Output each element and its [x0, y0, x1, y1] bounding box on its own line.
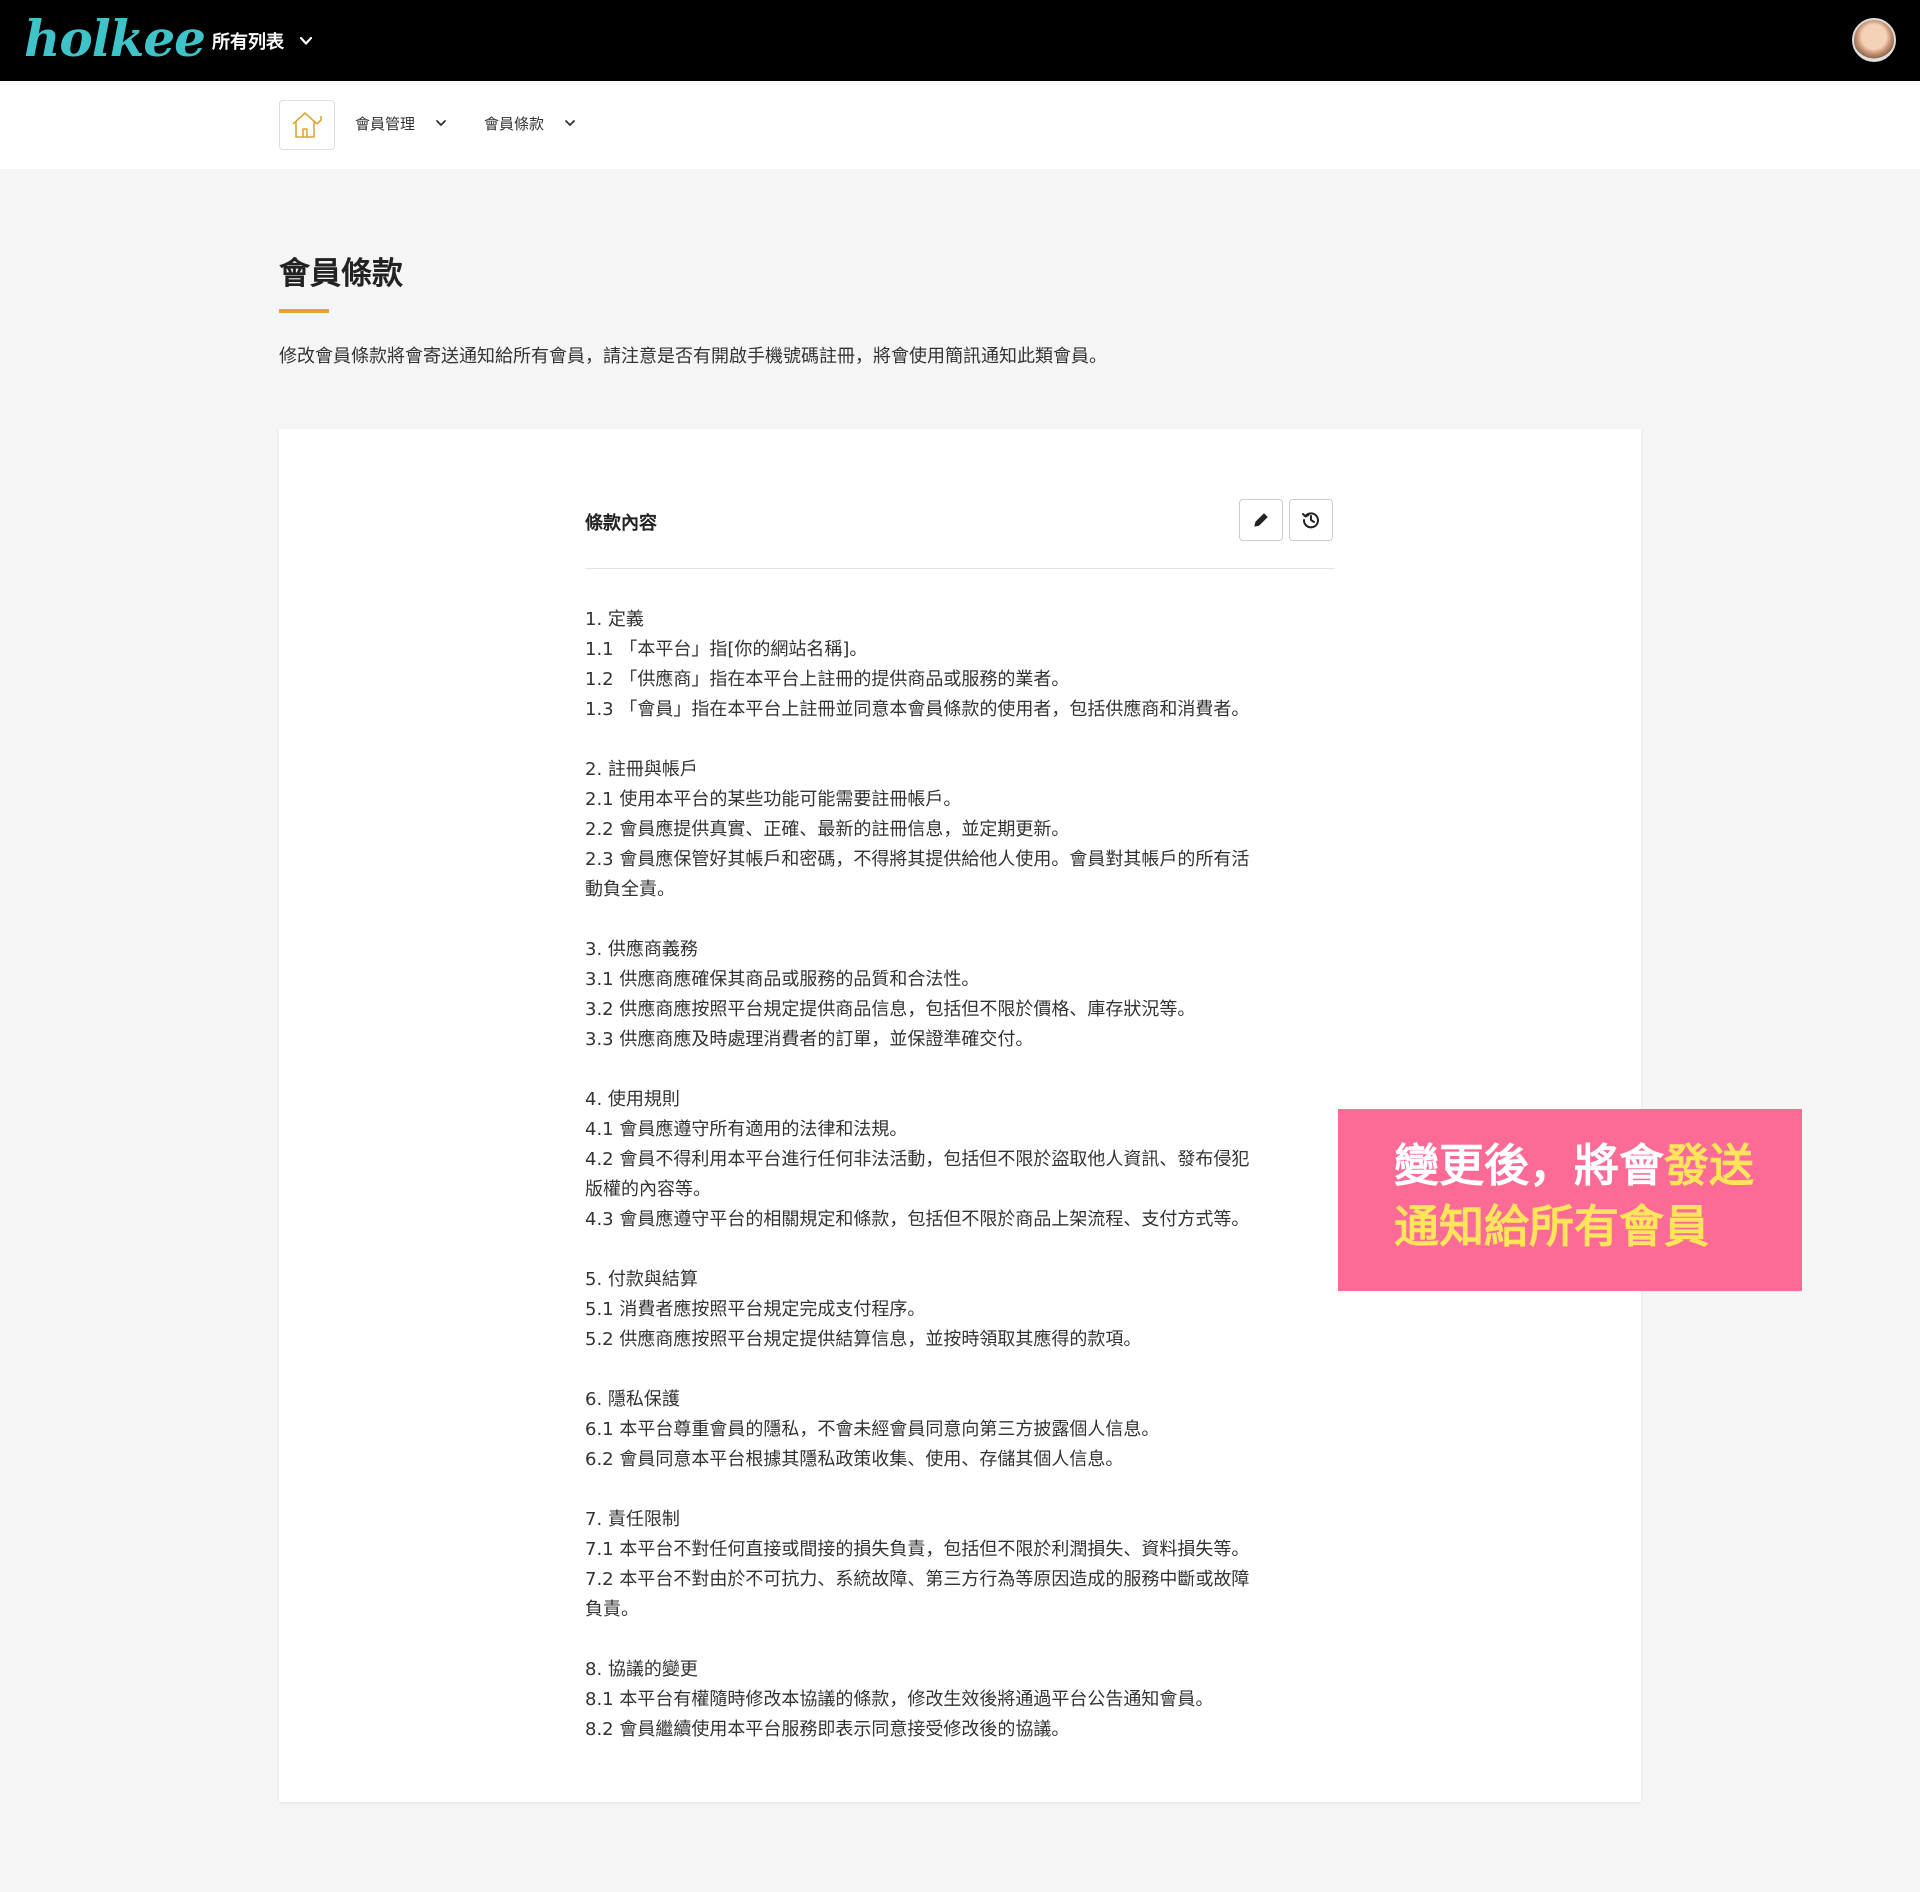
terms-section: 8. 協議的變更 8.1 本平台有權隨時修改本協議的條款，修改生效後將通過平台公告…	[585, 1655, 1335, 1745]
terms-line: 6.2 會員同意本平台根據其隱私政策收集、使用、存儲其個人信息。	[585, 1449, 1124, 1470]
terms-line: 3.2 供應商應按照平台規定提供商品信息，包括但不限於價格、庫存狀況等。	[585, 999, 1196, 1020]
terms-line: 版權的內容等。	[585, 1179, 711, 1200]
all-lists-dropdown[interactable]: 所有列表	[212, 26, 314, 56]
home-button[interactable]	[279, 100, 335, 150]
terms-line: 負責。	[585, 1599, 639, 1620]
all-lists-label: 所有列表	[212, 32, 284, 53]
section-heading: 4. 使用規則	[585, 1089, 680, 1110]
terms-line: 8.1 本平台有權隨時修改本協議的條款，修改生效後將通過平台公告通知會員。	[585, 1689, 1214, 1710]
edit-button[interactable]	[1239, 499, 1283, 541]
terms-line: 1.2 「供應商」指在本平台上註冊的提供商品或服務的業者。	[585, 669, 1070, 690]
callout-text: 變更後，將會	[1394, 1139, 1665, 1192]
terms-section: 3. 供應商義務 3.1 供應商應確保其商品或服務的品質和合法性。 3.2 供應商應…	[585, 935, 1335, 1055]
section-heading: 2. 註冊與帳戶	[585, 759, 698, 780]
page-description: 修改會員條款將會寄送通知給所有會員，請注意是否有開啟手機號碼註冊，將會使用簡訊通…	[279, 346, 1107, 367]
top-navbar: holkee 所有列表	[0, 0, 1920, 81]
user-avatar[interactable]	[1852, 18, 1896, 62]
callout-line-1: 變更後，將會發送	[1394, 1135, 1802, 1196]
chevron-down-icon	[299, 36, 313, 45]
section-heading: 1. 定義	[585, 609, 644, 630]
page-title: 會員條款	[279, 256, 403, 292]
section-heading: 6. 隱私保護	[585, 1389, 680, 1410]
chevron-down-icon	[565, 120, 575, 127]
terms-section: 7. 責任限制 7.1 本平台不對任何直接或間接的損失負責，包括但不限於利潤損失、…	[585, 1505, 1335, 1625]
section-heading: 7. 責任限制	[585, 1509, 680, 1530]
terms-line: 2.2 會員應提供真實、正確、最新的註冊信息，並定期更新。	[585, 819, 1070, 840]
title-underline	[279, 309, 329, 313]
terms-line: 2.3 會員應保管好其帳戶和密碼，不得將其提供給他人使用。會員對其帳戶的所有活	[585, 849, 1250, 870]
content-label: 條款內容	[585, 513, 657, 534]
home-icon	[292, 112, 322, 138]
breadcrumb: 會員管理 會員條款	[0, 81, 1920, 169]
terms-line: 5.1 消費者應按照平台規定完成支付程序。	[585, 1299, 926, 1320]
section-heading: 8. 協議的變更	[585, 1659, 698, 1680]
terms-line: 8.2 會員繼續使用本平台服務即表示同意接受修改後的協議。	[585, 1719, 1070, 1740]
terms-content: 1. 定義 1.1 「本平台」指[你的網站名稱]。 1.2 「供應商」指在本平台上註…	[585, 605, 1335, 1775]
terms-line: 1.3 「會員」指在本平台上註冊並同意本會員條款的使用者，包括供應商和消費者。	[585, 699, 1250, 720]
terms-line: 7.2 本平台不對由於不可抗力、系統故障、第三方行為等原因造成的服務中斷或故障	[585, 1569, 1250, 1590]
terms-line: 7.1 本平台不對任何直接或間接的損失負責，包括但不限於利潤損失、資料損失等。	[585, 1539, 1250, 1560]
terms-line: 4.2 會員不得利用本平台進行任何非法活動，包括但不限於盜取他人資訊、發布侵犯	[585, 1149, 1250, 1170]
callout-highlight: 通知給所有會員	[1394, 1200, 1710, 1253]
pencil-icon	[1254, 513, 1268, 527]
terms-line: 2.1 使用本平台的某些功能可能需要註冊帳戶。	[585, 789, 962, 810]
history-icon	[1302, 512, 1319, 529]
terms-section: 1. 定義 1.1 「本平台」指[你的網站名稱]。 1.2 「供應商」指在本平台上註…	[585, 605, 1335, 725]
terms-section: 6. 隱私保護 6.1 本平台尊重會員的隱私，不會未經會員同意向第三方披露個人信息…	[585, 1385, 1335, 1475]
terms-section: 2. 註冊與帳戶 2.1 使用本平台的某些功能可能需要註冊帳戶。 2.2 會員應提供…	[585, 755, 1335, 905]
terms-line: 6.1 本平台尊重會員的隱私，不會未經會員同意向第三方披露個人信息。	[585, 1419, 1160, 1440]
terms-line: 4.1 會員應遵守所有適用的法律和法規。	[585, 1119, 908, 1140]
section-heading: 3. 供應商義務	[585, 939, 698, 960]
breadcrumb-member-terms[interactable]: 會員條款	[484, 111, 576, 135]
terms-line: 3.3 供應商應及時處理消費者的訂單，並保證準確交付。	[585, 1029, 1034, 1050]
breadcrumb-member-management[interactable]: 會員管理	[355, 111, 447, 135]
breadcrumb-label: 會員管理	[355, 114, 416, 133]
terms-section: 4. 使用規則 4.1 會員應遵守所有適用的法律和法規。 4.2 會員不得利用本平台…	[585, 1085, 1335, 1235]
history-button[interactable]	[1289, 499, 1333, 541]
terms-line: 1.1 「本平台」指[你的網站名稱]。	[585, 639, 868, 660]
terms-section: 5. 付款與結算 5.1 消費者應按照平台規定完成支付程序。 5.2 供應商應按照平…	[585, 1265, 1335, 1355]
callout-highlight: 發送	[1664, 1139, 1755, 1192]
callout-line-2: 通知給所有會員	[1394, 1196, 1802, 1257]
change-notice-callout: 變更後，將會發送 通知給所有會員	[1338, 1109, 1802, 1291]
content-divider	[585, 568, 1335, 569]
terms-line: 5.2 供應商應按照平台規定提供結算信息，並按時領取其應得的款項。	[585, 1329, 1142, 1350]
terms-line: 動負全責。	[585, 879, 675, 900]
section-heading: 5. 付款與結算	[585, 1269, 698, 1290]
terms-line: 4.3 會員應遵守平台的相關規定和條款，包括但不限於商品上架流程、支付方式等。	[585, 1209, 1250, 1230]
terms-line: 3.1 供應商應確保其商品或服務的品質和合法性。	[585, 969, 980, 990]
holkee-logo[interactable]: holkee	[24, 14, 206, 64]
breadcrumb-label: 會員條款	[484, 114, 545, 133]
chevron-down-icon	[436, 120, 446, 127]
